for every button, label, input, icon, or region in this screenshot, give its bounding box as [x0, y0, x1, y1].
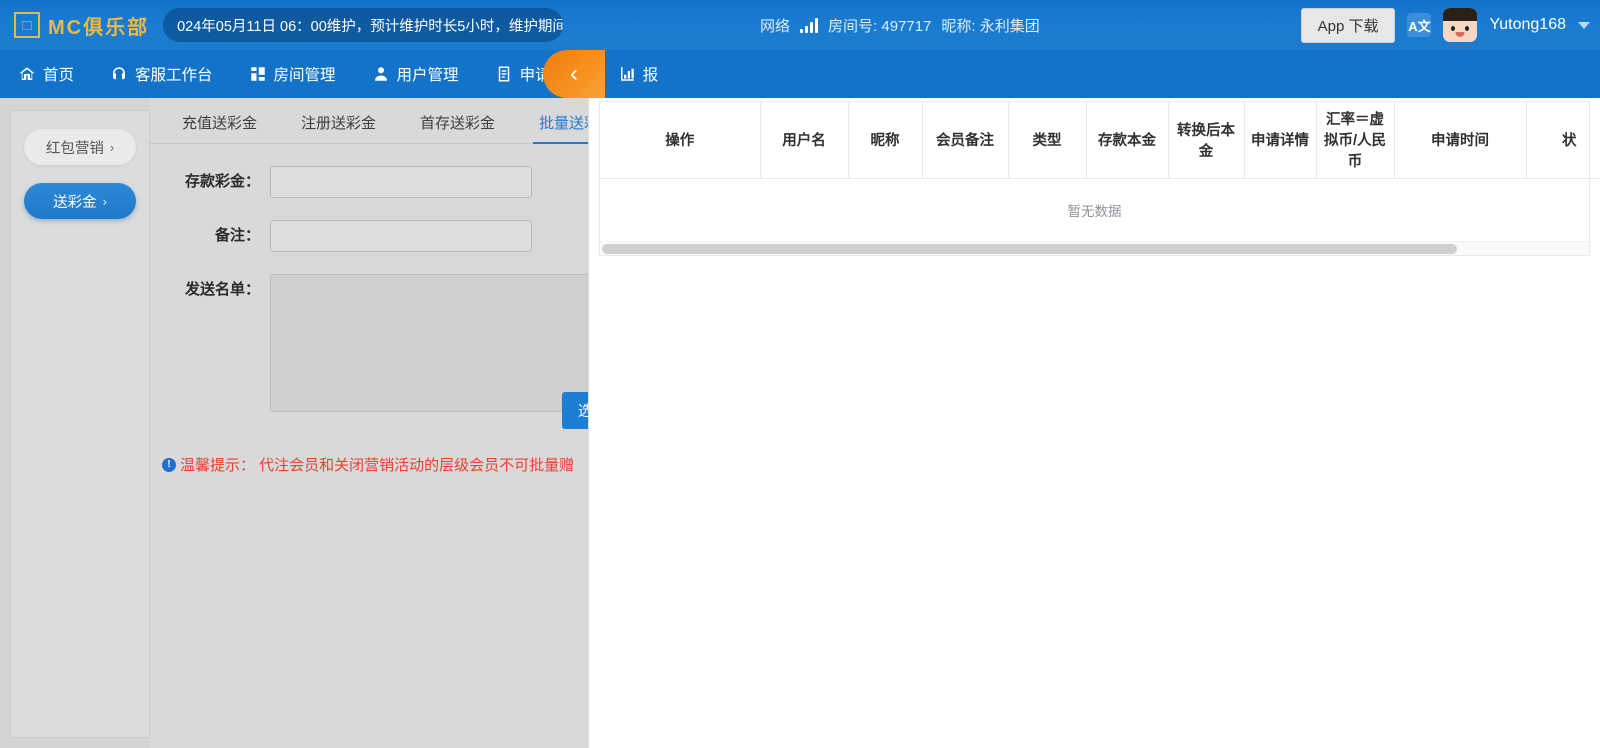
app-download-button[interactable]: App 下载: [1300, 7, 1396, 43]
applications-table: 操作 用户名 昵称 会员备注 类型 存款本金 转换后本金 申请详情 汇率＝虚拟币/人民币 申请时间…: [599, 101, 1600, 256]
table-column-header: 申请时间: [1394, 102, 1527, 179]
warning-tip-text: 温馨提示： 代注会员和关闭营销活动的层级会员不可批量赠: [180, 457, 575, 474]
nav-item-reports[interactable]: 报: [600, 63, 677, 85]
table-empty-state: 暂无数据: [1067, 203, 1122, 219]
table-column-header: 转换后本金: [1168, 102, 1245, 179]
brand-mark: □: [22, 16, 32, 34]
nav-item-label: 首页: [43, 67, 75, 84]
grid-icon: [249, 65, 267, 83]
nav-item-label: 用户管理: [396, 67, 459, 84]
warning-tip: ! 温馨提示： 代注会员和关闭营销活动的层级会员不可批量赠: [162, 454, 574, 475]
nav-item-label: 客服工作台: [135, 67, 213, 84]
nav-item-users[interactable]: 用户管理: [354, 63, 477, 85]
table-column-header: 操作: [600, 102, 761, 179]
nav-item-home[interactable]: 首页: [0, 63, 92, 85]
nav-bar: 首页 客服工作台 房间管理 用户管理 申请管理 报: [0, 50, 1600, 98]
table-element: 操作 用户名 昵称 会员备注 类型 存款本金 转换后本金 申请详情 汇率＝虚拟币/人民币 申请时间…: [600, 102, 1600, 179]
info-icon: !: [162, 457, 176, 472]
chevron-left-icon: ‹: [570, 60, 578, 87]
network-label: 网络: [760, 17, 791, 35]
tab-label: 充值送彩金: [182, 115, 258, 132]
sendlist-label: 发送名单：: [184, 281, 260, 298]
remark-input[interactable]: [270, 220, 532, 252]
sidebar-item-songcaijin[interactable]: 送彩金 ›: [24, 183, 136, 219]
table-column-header: 申请详情: [1244, 102, 1317, 179]
collapse-nav-button[interactable]: ‹: [543, 50, 605, 98]
bonus-label: 存款彩金：: [184, 173, 260, 190]
sidebar-item-label: 红包营销: [45, 140, 104, 157]
chevron-right-icon: ›: [109, 139, 115, 155]
table-column-header: 会员备注: [922, 102, 1009, 179]
table-column-header: 汇率＝虚拟币/人民币: [1316, 102, 1395, 179]
bonus-input[interactable]: [270, 166, 532, 198]
remark-label: 备注：: [214, 227, 260, 244]
topbar-status: 网络 房间号: 497717 昵称: 永利集团: [760, 0, 1040, 50]
tab-shoucun[interactable]: 首存送彩金: [398, 112, 517, 143]
table-column-header: 昵称: [848, 102, 923, 179]
maintenance-notice-text: 024年05月11日 06：00维护，预计维护时长5小时，维护期间给予: [177, 18, 564, 35]
sidebar: 红包营销 › 送彩金 ›: [10, 110, 150, 738]
room-number: 房间号: 497717: [828, 17, 932, 35]
home-icon: [18, 65, 36, 83]
top-bar: □ MC俱乐部 024年05月11日 06：00维护，预计维护时长5小时，维护期…: [0, 0, 1600, 50]
tab-label: 注册送彩金: [301, 115, 377, 132]
table-column-header: 状: [1526, 102, 1600, 179]
applications-panel: 总上分 0 总下分 0 操作用户名昵称会员备注类型存款本金转换后本金申请详情汇率…: [588, 44, 1600, 748]
translate-icon[interactable]: A文: [1407, 13, 1432, 37]
sidebar-item-label: 送彩金: [53, 194, 97, 211]
nav-item-rooms[interactable]: 房间管理: [231, 63, 354, 85]
table-header-row: 操作 用户名 昵称 会员备注 类型 存款本金 转换后本金 申请详情 汇率＝虚拟币/人民币 申请时间…: [600, 102, 1600, 179]
tab-chongzhi[interactable]: 充值送彩金: [160, 112, 279, 143]
tab-label: 首存送彩金: [420, 115, 496, 132]
chevron-down-icon[interactable]: [1578, 21, 1590, 29]
signal-icon: [800, 17, 819, 33]
avatar[interactable]: [1443, 8, 1478, 42]
nav-item-label: 房间管理: [273, 67, 336, 84]
chart-icon: [618, 65, 636, 83]
horizontal-scrollbar[interactable]: [600, 240, 1589, 255]
user-icon: [372, 65, 390, 83]
brand-logo-icon: □: [14, 12, 40, 38]
table-column-header: 类型: [1008, 102, 1087, 179]
nickname: 昵称: 永利集团: [941, 17, 1040, 35]
nav-item-label: 报: [642, 67, 659, 84]
chevron-right-icon: ›: [102, 193, 107, 209]
brand-name: MC俱乐部: [48, 16, 150, 39]
brand: □ MC俱乐部: [14, 11, 149, 40]
headset-icon: [110, 65, 128, 83]
document-icon: [495, 65, 513, 83]
username-label[interactable]: Yutong168: [1489, 16, 1566, 34]
scrollbar-thumb[interactable]: [602, 243, 1457, 254]
maintenance-notice: 024年05月11日 06：00维护，预计维护时长5小时，维护期间给予: [163, 8, 564, 42]
tab-zhuce[interactable]: 注册送彩金: [279, 112, 398, 143]
table-column-header: 存款本金: [1086, 102, 1169, 179]
nav-item-support[interactable]: 客服工作台: [92, 63, 231, 85]
topbar-actions: App 下载 A文 Yutong168: [1300, 0, 1590, 50]
table-column-header: 用户名: [760, 102, 849, 179]
sidebar-item-hongbao[interactable]: 红包营销 ›: [24, 129, 136, 165]
